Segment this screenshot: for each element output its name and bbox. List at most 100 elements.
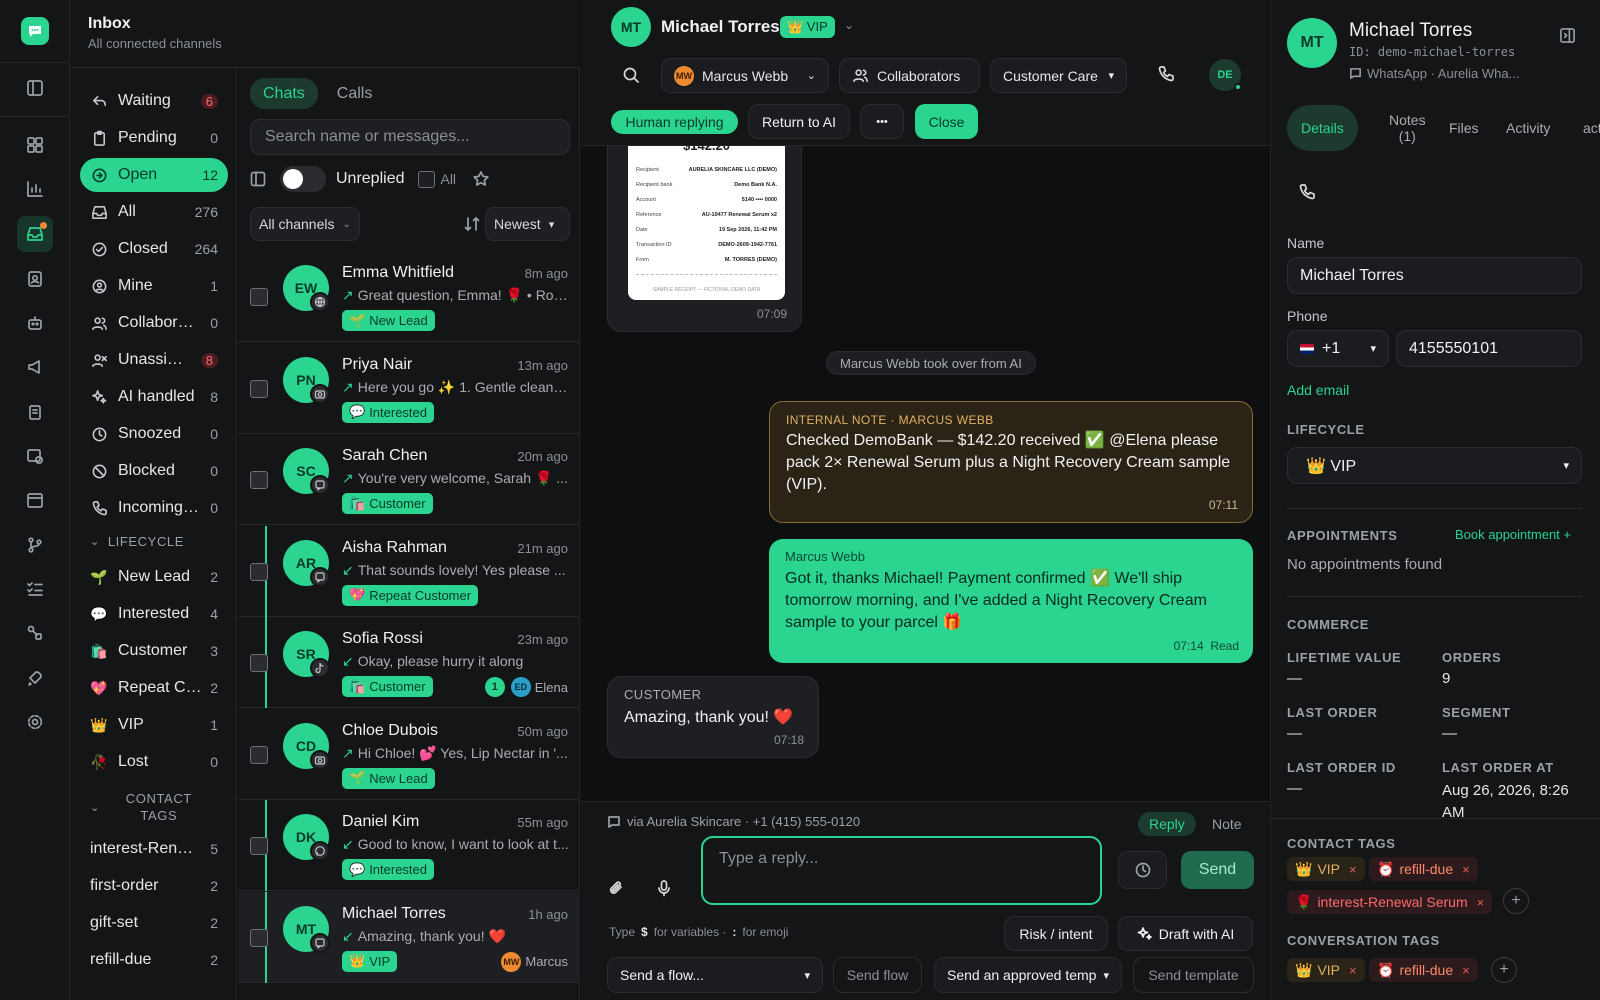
- search-icon[interactable]: [622, 66, 640, 84]
- tag-item[interactable]: gift-set 2: [80, 906, 228, 940]
- country-code-select[interactable]: +1 ▾: [1287, 330, 1389, 367]
- search-input[interactable]: Search name or messages...: [250, 119, 570, 155]
- app-logo-icon[interactable]: [21, 17, 49, 45]
- tag-chip[interactable]: ⏰ refill-due ×: [1369, 958, 1478, 982]
- phone-icon[interactable]: [1157, 65, 1175, 83]
- tag-item[interactable]: first-order 2: [80, 869, 228, 903]
- add-tag-button[interactable]: +: [1491, 957, 1517, 983]
- template-select[interactable]: Send an approved temp ▾: [934, 957, 1122, 993]
- remove-tag-icon[interactable]: ×: [1349, 862, 1357, 877]
- collapse-panel-icon[interactable]: [1559, 27, 1576, 44]
- lifecycle-item[interactable]: 💖 Repeat C… 2: [80, 671, 228, 705]
- panel-collapse-icon[interactable]: [250, 171, 266, 187]
- conversation-item[interactable]: AR Aisha Rahman 21m ago ↙ That sounds lovely…: [238, 525, 580, 617]
- tag-item[interactable]: interest-Ren… 5: [80, 832, 228, 866]
- select-checkbox[interactable]: [250, 654, 268, 672]
- tab-details[interactable]: Details: [1287, 105, 1358, 151]
- collaborators-button[interactable]: Collaborators: [839, 58, 980, 93]
- tag-chip[interactable]: 🌹 interest-Renewal Serum ×: [1287, 890, 1493, 914]
- schedule-button[interactable]: [1118, 851, 1167, 889]
- add-email-link[interactable]: Add email: [1287, 382, 1349, 398]
- send-button[interactable]: Send: [1181, 851, 1254, 889]
- contact-tags-section-header[interactable]: ⌄ CONTACT TAGS: [90, 790, 204, 824]
- lifecycle-item[interactable]: 💬 Interested 4: [80, 597, 228, 631]
- remove-tag-icon[interactable]: ×: [1462, 862, 1470, 877]
- conversation-item[interactable]: EW Emma Whitfield 8m ago ↗ Great question, E…: [238, 251, 580, 342]
- lifecycle-item[interactable]: 🌱 New Lead 2: [80, 560, 228, 594]
- phone-icon[interactable]: [1298, 183, 1316, 201]
- sort-icon[interactable]: [464, 216, 480, 232]
- tab-act[interactable]: act: [1569, 105, 1600, 151]
- return-to-ai-button[interactable]: Return to AI: [748, 104, 850, 139]
- sidebar-toggle-icon[interactable]: [17, 70, 53, 106]
- channels-select[interactable]: All channels ⌄: [250, 207, 360, 241]
- sidebar-item-closed[interactable]: Closed 264: [80, 232, 228, 266]
- tag-chip[interactable]: ⏰ refill-due ×: [1369, 857, 1478, 881]
- sort-select[interactable]: Newest ▾: [485, 207, 570, 241]
- tag-chip[interactable]: 👑 VIP ×: [1287, 958, 1365, 982]
- select-checkbox[interactable]: [250, 471, 268, 489]
- more-options-button[interactable]: •••: [860, 104, 904, 139]
- phone-field[interactable]: 4155550101: [1396, 330, 1582, 367]
- all-checkbox[interactable]: [418, 170, 436, 188]
- add-tag-button[interactable]: +: [1503, 888, 1529, 914]
- bot-icon[interactable]: [17, 305, 53, 341]
- conversation-item[interactable]: SC Sarah Chen 20m ago ↗ You're very welcome,…: [238, 434, 580, 525]
- tab-chats[interactable]: Chats: [250, 78, 318, 109]
- select-checkbox[interactable]: [250, 562, 268, 581]
- sidebar-item-incoming[interactable]: Incoming… 0: [80, 491, 228, 525]
- tab-files[interactable]: Files: [1435, 105, 1493, 151]
- conversation-item[interactable]: PN Priya Nair 13m ago ↗ Here you go ✨ 1. Gen…: [238, 343, 580, 434]
- contact-name[interactable]: Michael Torres: [661, 17, 780, 37]
- select-checkbox[interactable]: [250, 928, 268, 947]
- sidebar-item-pending[interactable]: Pending 0: [80, 121, 228, 155]
- unreplied-toggle[interactable]: [280, 166, 326, 192]
- book-appointment-link[interactable]: Book appointment +: [1455, 527, 1571, 542]
- conversation-item[interactable]: DK Daniel Kim 55m ago ↙ Good to know, I want…: [238, 800, 580, 891]
- risk-intent-button[interactable]: Risk / intent: [1004, 916, 1108, 951]
- tab-activity[interactable]: Activity: [1492, 105, 1564, 151]
- sidebar-item-unassi[interactable]: Unassi… 8: [80, 343, 228, 377]
- draft-with-ai-button[interactable]: Draft with AI: [1118, 916, 1253, 951]
- team-select[interactable]: Customer Care ▾: [990, 58, 1127, 93]
- flow-select[interactable]: Send a flow... ▾: [607, 957, 823, 993]
- note-mode-tab[interactable]: Note: [1204, 812, 1250, 836]
- inbox-nav-icon[interactable]: [17, 216, 53, 252]
- attachment-icon[interactable]: [607, 879, 625, 897]
- conversation-item[interactable]: CD Chloe Dubois 50m ago ↗ Hi Chloe! 💕 Yes, L…: [238, 709, 580, 800]
- branch-icon[interactable]: [17, 527, 53, 563]
- tab-notes[interactable]: Notes (1): [1375, 105, 1440, 151]
- sidebar-item-mine[interactable]: Mine 1: [80, 269, 228, 303]
- chevron-down-icon[interactable]: ⌄: [844, 18, 854, 32]
- integrations-icon[interactable]: [17, 615, 53, 651]
- tag-item[interactable]: refill-due 2: [80, 943, 228, 977]
- sidebar-item-snoozed[interactable]: Snoozed 0: [80, 417, 228, 451]
- orders-icon[interactable]: [17, 394, 53, 430]
- select-checkbox[interactable]: [250, 837, 268, 855]
- sidebar-item-all[interactable]: All 276: [80, 195, 228, 229]
- close-button[interactable]: Close: [915, 104, 978, 139]
- conversation-item[interactable]: MT Michael Torres 1h ago ↙ Amazing, thank yo…: [238, 891, 580, 983]
- remove-tag-icon[interactable]: ×: [1349, 963, 1357, 978]
- settings-icon[interactable]: [17, 704, 53, 740]
- calendar-icon[interactable]: [17, 482, 53, 518]
- select-checkbox[interactable]: [250, 745, 268, 764]
- select-checkbox[interactable]: [250, 288, 268, 306]
- microphone-icon[interactable]: [655, 879, 673, 897]
- reply-mode-tab[interactable]: Reply: [1138, 812, 1196, 836]
- name-field[interactable]: Michael Torres: [1287, 257, 1582, 294]
- send-flow-button[interactable]: Send flow: [833, 957, 922, 993]
- receipt-image[interactable]: $142.20 Recipient AURELIA SKINCARE LLC (D…: [628, 146, 785, 300]
- analytics-icon[interactable]: [17, 171, 53, 207]
- sidebar-item-ai-handled[interactable]: AI handled 8: [80, 380, 228, 414]
- agent-avatar[interactable]: DE: [1209, 59, 1242, 91]
- select-checkbox[interactable]: [250, 379, 268, 398]
- sidebar-item-open[interactable]: Open 12: [80, 158, 228, 192]
- sidebar-item-collabor[interactable]: Collabor… 0: [80, 306, 228, 340]
- calendar-clock-icon[interactable]: [17, 438, 53, 474]
- lifecycle-section-header[interactable]: ⌄ LIFECYCLE: [90, 534, 184, 549]
- remove-tag-icon[interactable]: ×: [1462, 963, 1470, 978]
- remove-tag-icon[interactable]: ×: [1477, 895, 1485, 910]
- contacts-icon[interactable]: [17, 261, 53, 297]
- megaphone-icon[interactable]: [17, 349, 53, 385]
